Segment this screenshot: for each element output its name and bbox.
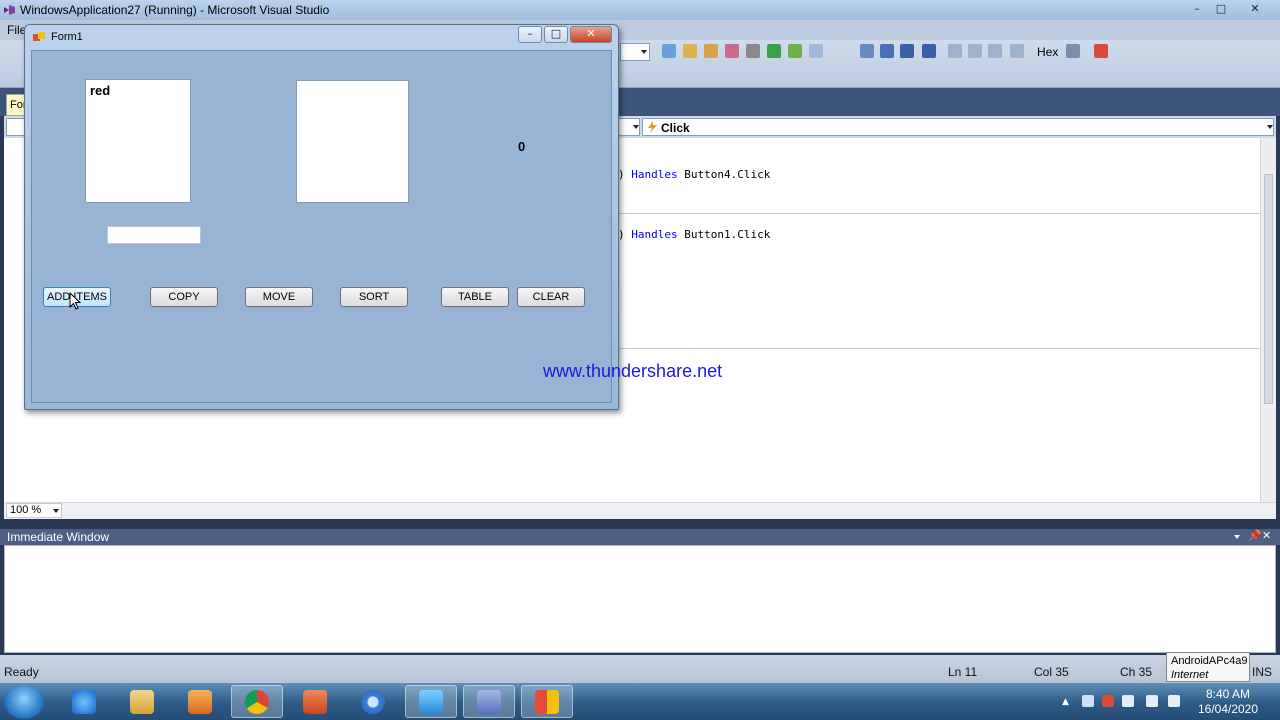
toolbox-icon[interactable] — [788, 44, 802, 58]
status-insert-mode: INS — [1252, 665, 1273, 679]
windows-start-button[interactable] — [4, 685, 44, 719]
pin-icon[interactable]: 📌 — [1248, 529, 1262, 542]
status-char: Ch 35 — [1120, 665, 1153, 679]
chromium-icon — [361, 690, 385, 714]
status-ready: Ready — [4, 665, 39, 679]
debug-options-icon[interactable] — [1066, 44, 1080, 58]
object-browser-icon[interactable] — [725, 44, 739, 58]
lightning-icon — [648, 121, 657, 133]
form1-app-icon — [33, 32, 45, 41]
tray-recorder-icon[interactable] — [1102, 695, 1114, 707]
chevron-down-icon — [53, 509, 59, 513]
window-icon[interactable] — [809, 44, 823, 58]
method-name-combo[interactable]: Click — [642, 118, 1274, 136]
minimize-button[interactable]: – — [1186, 2, 1208, 17]
chrome-icon — [245, 690, 269, 714]
clock-time: 8:40 AM — [1205, 687, 1251, 701]
item-input[interactable] — [107, 226, 201, 244]
taskbar-clock[interactable]: 8:40 AM 16/04/2020 — [1186, 687, 1270, 717]
method-separator — [618, 348, 1260, 349]
pause-icon[interactable] — [880, 44, 894, 58]
properties-icon[interactable] — [683, 44, 697, 58]
editor-vertical-scrollbar[interactable] — [1260, 138, 1276, 502]
listbox-source[interactable]: red — [85, 79, 191, 203]
folder-icon — [130, 690, 154, 714]
screen-recorder-icon — [419, 690, 443, 714]
maximize-button[interactable]: □ — [1210, 2, 1232, 17]
status-column: Col 35 — [1034, 665, 1069, 679]
immediate-window-body[interactable] — [4, 545, 1276, 653]
find-icon[interactable] — [662, 44, 676, 58]
chevron-down-icon — [1267, 125, 1273, 129]
editor-horizontal-scrollbar[interactable] — [4, 502, 1276, 519]
chevron-down-icon — [641, 50, 647, 54]
powerpoint-icon — [303, 690, 327, 714]
folder-icon[interactable] — [704, 44, 718, 58]
step-into-icon[interactable] — [948, 44, 962, 58]
status-line: Ln 11 — [948, 665, 978, 679]
visual-studio-taskbar-icon — [477, 690, 501, 714]
mouse-cursor-icon — [69, 292, 81, 310]
tray-display-icon[interactable] — [1082, 695, 1094, 707]
network-name: AndroidAPc4a9 — [1171, 655, 1248, 667]
vs-window-title: WindowsApplication27 (Running) - Microso… — [20, 3, 330, 17]
flag-icon[interactable] — [1146, 695, 1158, 707]
step-out-icon[interactable] — [988, 44, 1002, 58]
form1-maximize-button[interactable]: □ — [544, 26, 568, 43]
wifi-signal-icon[interactable] — [1168, 695, 1180, 707]
hex-toggle[interactable]: Hex — [1037, 45, 1058, 59]
list-item[interactable]: red — [90, 83, 110, 98]
form1-minimize-button[interactable]: – — [518, 26, 542, 43]
move-button[interactable]: MOVE — [245, 287, 313, 307]
scrollbar-thumb[interactable] — [1264, 174, 1273, 404]
copy-button[interactable]: COPY — [150, 287, 218, 307]
solution-config-combo[interactable] — [620, 43, 650, 61]
breakpoint-icon[interactable] — [1010, 44, 1024, 58]
restart-icon[interactable] — [922, 44, 936, 58]
sort-button[interactable]: SORT — [340, 287, 408, 307]
form1-title: Form1 — [51, 31, 83, 43]
code-line: ) Handles Button4.Click — [618, 168, 771, 181]
table-button[interactable]: TABLE — [441, 287, 509, 307]
form1-taskbar-icon — [535, 690, 559, 714]
clock-date: 16/04/2020 — [1197, 702, 1259, 716]
network-tooltip: AndroidAPc4a9 Internet access — [1166, 652, 1250, 695]
internet-explorer-icon — [72, 690, 96, 714]
chevron-down-icon — [633, 125, 639, 129]
tray-expand-icon[interactable]: ▲ — [1062, 697, 1074, 709]
tools-icon[interactable] — [746, 44, 760, 58]
code-line: ) Handles Button1.Click — [618, 228, 771, 241]
immediate-window-title: Immediate Window — [7, 530, 110, 544]
media-player-icon — [188, 690, 212, 714]
zoom-combo[interactable]: 100 % — [6, 503, 62, 518]
listbox-target[interactable] — [296, 80, 409, 203]
form1-close-button[interactable]: ✕ — [570, 26, 612, 43]
stop-icon[interactable] — [900, 44, 914, 58]
vs-titlebar: WindowsApplication27 (Running) - Microso… — [0, 0, 1280, 20]
play-icon[interactable] — [860, 44, 874, 58]
method-separator — [618, 213, 1260, 214]
panel-splitter[interactable] — [0, 519, 1280, 529]
count-label: 0 — [518, 139, 526, 154]
breakpoints-window-icon[interactable] — [1094, 44, 1108, 58]
step-over-icon[interactable] — [968, 44, 982, 58]
start-page-icon[interactable] — [767, 44, 781, 58]
vs-statusbar: Ready Ln 11 Col 35 Ch 35 INS — [0, 655, 1280, 683]
immediate-window-header: Immediate Window 📌 ✕ — [0, 529, 1280, 545]
speaker-icon[interactable] — [1122, 695, 1134, 707]
watermark-text: www.thundershare.net — [543, 361, 723, 381]
visual-studio-icon — [4, 5, 15, 15]
clear-button[interactable]: CLEAR — [517, 287, 585, 307]
method-name-label: Click — [661, 121, 690, 135]
chevron-down-icon[interactable] — [1234, 535, 1240, 539]
zoom-value: 100 % — [10, 504, 42, 516]
close-icon[interactable]: ✕ — [1262, 529, 1271, 542]
close-button[interactable]: ✕ — [1244, 2, 1266, 17]
